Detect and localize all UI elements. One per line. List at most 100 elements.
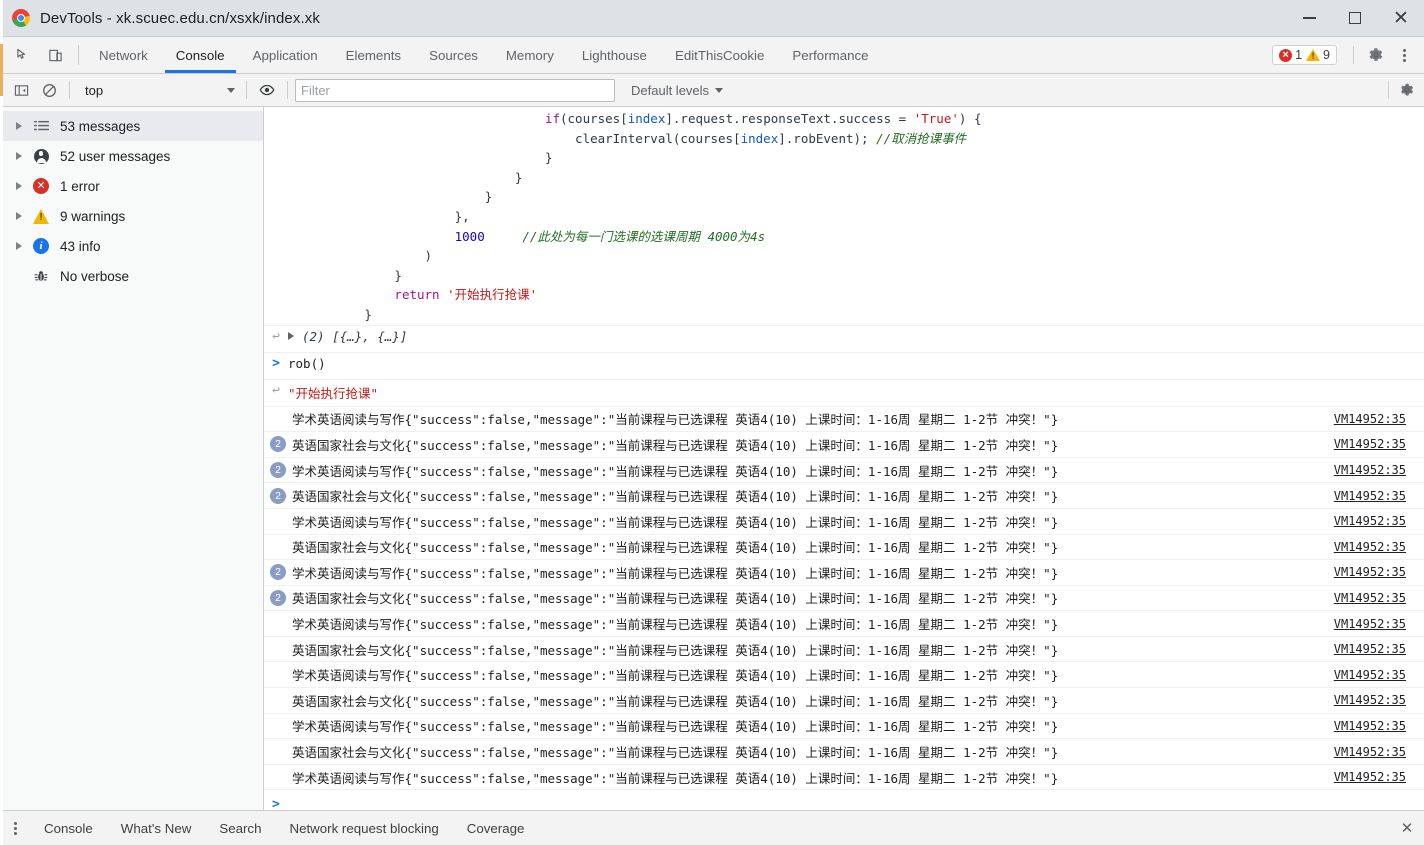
- source-link[interactable]: VM14952:35: [1334, 719, 1406, 733]
- console-log-row[interactable]: 2 学术英语阅读与写作{"success":false,"message":"当前…: [264, 456, 1424, 483]
- console-log-row[interactable]: 学术英语阅读与写作{"success":false,"message":"当前课…: [264, 507, 1424, 534]
- code-token: 'True': [913, 111, 959, 126]
- console-log-row[interactable]: 学术英语阅读与写作{"success":false,"message":"当前课…: [264, 405, 1424, 432]
- expand-arrow-icon[interactable]: [10, 152, 28, 160]
- sidebar-item-messages[interactable]: 53 messages: [0, 111, 263, 141]
- tab-performance[interactable]: Performance: [778, 37, 882, 73]
- gear-icon[interactable]: [1362, 41, 1390, 69]
- expand-arrow-icon[interactable]: [10, 212, 28, 220]
- console-log-row[interactable]: 英语国家社会与文化{"success":false,"message":"当前课…: [264, 738, 1424, 764]
- console-log-row[interactable]: 学术英语阅读与写作{"success":false,"message":"当前课…: [264, 763, 1424, 790]
- source-link[interactable]: VM14952:35: [1334, 565, 1406, 579]
- log-levels-dropdown[interactable]: Default levels: [627, 81, 727, 100]
- source-link[interactable]: VM14952:35: [1334, 489, 1406, 503]
- show-console-sidebar-icon[interactable]: [8, 77, 34, 103]
- console-log-row[interactable]: 2 英语国家社会与文化{"success":false,"message":"当前…: [264, 482, 1424, 508]
- close-button[interactable]: ✕: [1378, 0, 1424, 36]
- tab-lighthouse[interactable]: Lighthouse: [568, 37, 661, 73]
- console-prompt-row[interactable]: >: [264, 789, 1424, 810]
- tab-elements[interactable]: Elements: [332, 37, 415, 73]
- console-message-pane[interactable]: if(courses[index].request.responseText.s…: [264, 107, 1424, 810]
- sidebar-item-errors[interactable]: ✕ 1 error: [0, 171, 263, 201]
- source-link[interactable]: VM14952:35: [1334, 463, 1406, 477]
- chevron-down-icon: [227, 87, 235, 93]
- drawer-tab-search[interactable]: Search: [205, 811, 275, 845]
- source-link[interactable]: VM14952:35: [1334, 770, 1406, 784]
- course-name: 学术英语阅读与写作: [292, 719, 405, 735]
- source-link[interactable]: VM14952:35: [1334, 540, 1406, 554]
- tab-memory[interactable]: Memory: [492, 37, 568, 73]
- javascript-context-selector[interactable]: top: [77, 79, 239, 101]
- expand-arrow-icon[interactable]: [10, 182, 28, 190]
- error-icon: ✕: [28, 178, 54, 194]
- source-link[interactable]: VM14952:35: [1334, 437, 1406, 451]
- inspect-element-icon[interactable]: [10, 42, 36, 68]
- code-token: index: [627, 111, 666, 126]
- response-payload: {"success":false,"message":"当前课程与已选课程 英语…: [404, 668, 1059, 684]
- source-link[interactable]: VM14952:35: [1334, 668, 1406, 682]
- console-log-row[interactable]: 学术英语阅读与写作{"success":false,"message":"当前课…: [264, 661, 1424, 687]
- drawer-tab-label: Coverage: [466, 820, 525, 836]
- console-input-row[interactable]: > rob(): [264, 351, 1424, 379]
- source-link[interactable]: VM14952:35: [1334, 693, 1406, 707]
- drawer-tab-network-request-blocking[interactable]: Network request blocking: [275, 811, 452, 845]
- sidebar-item-label: 1 error: [60, 178, 100, 194]
- issue-counters[interactable]: 1 9: [1272, 45, 1337, 65]
- drawer-tab-coverage[interactable]: Coverage: [453, 811, 539, 845]
- warning-counter[interactable]: 9: [1306, 48, 1330, 62]
- console-log-row[interactable]: 2 英语国家社会与文化{"success":false,"message":"当前…: [264, 584, 1424, 611]
- tab-network[interactable]: Network: [85, 37, 162, 73]
- error-icon: [1279, 48, 1293, 62]
- console-log-text: 英语国家社会与文化{"success":false,"message":"当前课…: [290, 435, 1424, 454]
- expand-arrow-icon[interactable]: [10, 122, 28, 130]
- drawer-kebab-menu-icon[interactable]: [0, 811, 30, 845]
- user-icon: [28, 148, 54, 164]
- source-link[interactable]: VM14952:35: [1334, 514, 1406, 528]
- sidebar-item-verbose[interactable]: No verbose: [0, 261, 263, 291]
- live-expression-icon[interactable]: [254, 77, 280, 103]
- console-log-row[interactable]: 学术英语阅读与写作{"success":false,"message":"当前课…: [264, 712, 1424, 739]
- expand-triangle-icon[interactable]: [288, 332, 294, 341]
- minimize-button[interactable]: [1286, 0, 1332, 36]
- device-toolbar-icon[interactable]: [42, 42, 68, 68]
- kebab-menu-icon[interactable]: [1390, 41, 1418, 69]
- clear-console-icon[interactable]: [36, 77, 62, 103]
- console-array-result-row[interactable]: ↩ (2) [{…}, {…}]: [264, 324, 1424, 352]
- sidebar-item-user-messages[interactable]: 52 user messages: [0, 141, 263, 171]
- error-counter[interactable]: 1: [1279, 48, 1302, 62]
- console-settings-gear-icon[interactable]: [1394, 77, 1420, 103]
- source-link[interactable]: VM14952:35: [1334, 412, 1406, 426]
- console-string-result-row[interactable]: ↩ "开始执行抢课": [264, 378, 1424, 406]
- source-link[interactable]: VM14952:35: [1334, 745, 1406, 759]
- console-log-row[interactable]: 2 英语国家社会与文化{"success":false,"message":"当前…: [264, 431, 1424, 457]
- maximize-button[interactable]: [1332, 0, 1378, 36]
- console-log-row[interactable]: 英语国家社会与文化{"success":false,"message":"当前课…: [264, 687, 1424, 713]
- response-payload: {"success":false,"message":"当前课程与已选课程 英语…: [404, 770, 1059, 786]
- filter-input[interactable]: [295, 78, 615, 102]
- source-link[interactable]: VM14952:35: [1334, 617, 1406, 631]
- sidebar-item-label: 52 user messages: [60, 148, 171, 164]
- console-log-row[interactable]: 学术英语阅读与写作{"success":false,"message":"当前课…: [264, 610, 1424, 636]
- tab-editthiscookie[interactable]: EditThisCookie: [661, 37, 778, 73]
- left-edge-marker: [0, 44, 3, 96]
- console-log-row[interactable]: 英语国家社会与文化{"success":false,"message":"当前课…: [264, 635, 1424, 662]
- console-log-row[interactable]: 英语国家社会与文化{"success":false,"message":"当前课…: [264, 533, 1424, 560]
- tab-console[interactable]: Console: [162, 37, 239, 73]
- devtools-window: DevTools - xk.scuec.edu.cn/xsxk/index.xk…: [0, 0, 1424, 845]
- drawer-close-icon[interactable]: ✕: [1390, 811, 1424, 845]
- drawer-tab-console[interactable]: Console: [30, 811, 107, 845]
- drawer-tab-whats-new[interactable]: What's New: [107, 811, 206, 845]
- response-payload: {"success":false,"message":"当前课程与已选课程 英语…: [404, 565, 1059, 581]
- console-log-text: 英语国家社会与文化{"success":false,"message":"当前课…: [290, 640, 1424, 659]
- console-log-row[interactable]: 2 学术英语阅读与写作{"success":false,"message":"当前…: [264, 559, 1424, 585]
- tab-sources[interactable]: Sources: [415, 37, 492, 73]
- expand-arrow-icon[interactable]: [10, 242, 28, 250]
- tab-application[interactable]: Application: [239, 37, 332, 73]
- response-payload: {"success":false,"message":"当前课程与已选课程 英语…: [404, 591, 1059, 607]
- source-link[interactable]: VM14952:35: [1334, 591, 1406, 605]
- sidebar-item-warnings[interactable]: 9 warnings: [0, 201, 263, 231]
- sidebar-item-info[interactable]: i 43 info: [0, 231, 263, 261]
- console-log-list: 学术英语阅读与写作 {"success":false,"message":"当前课…: [264, 405, 1424, 790]
- array-result[interactable]: (2) [{…}, {…}]: [288, 329, 407, 344]
- source-link[interactable]: VM14952:35: [1334, 642, 1406, 656]
